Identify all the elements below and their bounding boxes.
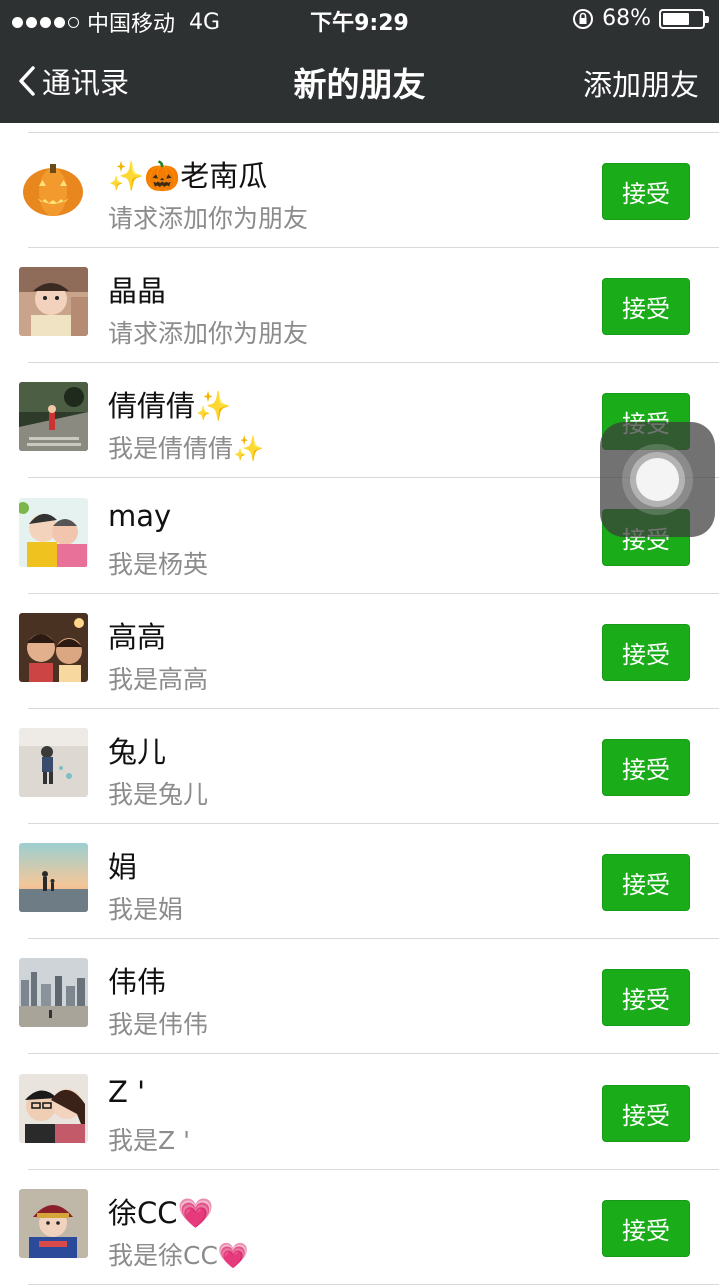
battery-icon (659, 8, 709, 29)
pumpkin-avatar[interactable] (19, 152, 88, 221)
friend-request-row[interactable]: 伟伟我是伟伟 接受 (0, 939, 719, 1055)
accept-button[interactable]: 接受 (602, 854, 690, 912)
nav-bar: 通讯录 新的朋友 添加朋友 (0, 40, 719, 123)
friend-name: may (108, 498, 172, 533)
friend-request-row[interactable]: 兔儿我是兔儿 接受 (0, 709, 719, 824)
friend-request-row[interactable]: 高高我是高高 接受 (0, 594, 719, 709)
city-skyline-avatar[interactable] (19, 958, 88, 1028)
park-photo-avatar[interactable] (19, 382, 88, 452)
accept-button[interactable]: 接受 (602, 1084, 690, 1142)
assistive-touch-button[interactable] (600, 422, 715, 537)
baby-photo-avatar[interactable] (19, 267, 88, 337)
status-bar: 中国移动 4G 下午9:29 68% (0, 0, 719, 40)
request-message: 我是高高 (108, 664, 209, 694)
friend-name: 高高 (108, 619, 167, 654)
accept-button[interactable]: 接受 (602, 163, 690, 220)
friend-name: ✨🎃老南瓜 (108, 159, 268, 193)
friend-name: 晶晶 (108, 274, 167, 309)
request-message: 我是伟伟 (108, 1010, 209, 1040)
child-walking-avatar[interactable] (19, 728, 88, 797)
girls-photo-avatar[interactable] (19, 612, 88, 682)
friend-name: Z ' (108, 1074, 146, 1109)
friend-name: 倩倩倩✨ (108, 389, 232, 424)
friend-request-row[interactable]: ✨🎃老南瓜请求添加你为朋友 接受 (0, 133, 719, 248)
accept-button[interactable]: 接受 (602, 1199, 690, 1257)
request-message: 我是Z ' (108, 1125, 190, 1155)
request-message: 我是娟 (108, 895, 184, 925)
battery-percent: 68% (602, 6, 651, 31)
request-message: 我是兔儿 (108, 780, 209, 809)
request-message: 我是徐CC💗 (108, 1240, 250, 1270)
request-message: 请求添加你为朋友 (108, 319, 309, 349)
friend-request-row[interactable]: 娟我是娟 接受 (0, 824, 719, 940)
accept-button[interactable]: 接受 (602, 969, 690, 1027)
friend-request-row[interactable]: 晶晶请求添加你为朋友 接受 (0, 248, 719, 364)
kids-photo-avatar[interactable] (19, 497, 88, 567)
friend-name: 徐CC💗 (108, 1195, 214, 1230)
accept-button[interactable]: 接受 (602, 623, 690, 681)
couple-selfie-avatar[interactable] (19, 1073, 88, 1143)
accept-button[interactable]: 接受 (602, 739, 690, 796)
request-message: 我是倩倩倩✨ (108, 434, 265, 464)
woman-hat-avatar[interactable] (19, 1188, 88, 1258)
friend-name: 娟 (108, 850, 138, 885)
friend-name: 兔儿 (108, 735, 167, 769)
friend-name: 伟伟 (108, 965, 167, 1000)
friend-request-row[interactable]: 徐CC💗 我是徐CC💗 接受 (0, 1170, 719, 1285)
sunset-beach-avatar[interactable] (19, 843, 88, 913)
battery-fill (663, 12, 689, 25)
friend-request-row[interactable]: Z ' 我是Z ' 接受 (0, 1055, 719, 1170)
request-message: 请求添加你为朋友 (108, 204, 309, 233)
add-friend-button[interactable]: 添加朋友 (583, 62, 699, 104)
request-message: 我是杨英 (108, 549, 209, 579)
status-right: 68% (572, 6, 709, 31)
accept-button[interactable]: 接受 (602, 278, 690, 336)
rotation-lock-icon (573, 8, 594, 29)
